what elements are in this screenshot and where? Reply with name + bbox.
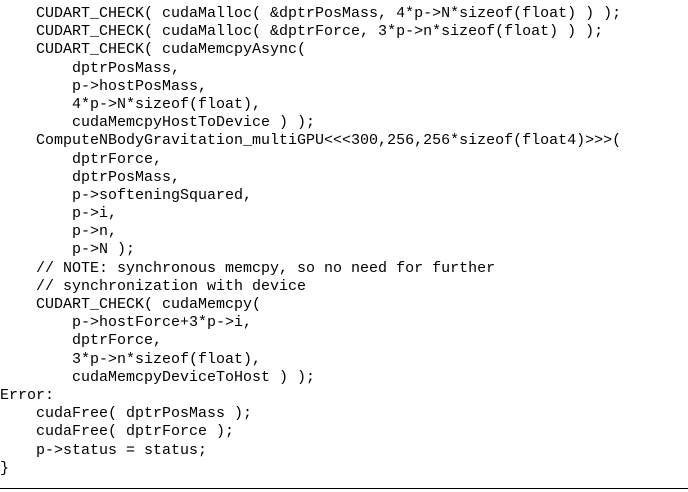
code-line: cudaMemcpyDeviceToHost ) ); xyxy=(0,368,316,386)
code-line: p->hostForce+3*p->i, xyxy=(0,314,253,332)
code-line: cudaMemcpyHostToDevice ) ); xyxy=(0,114,316,132)
code-line: p->N ); xyxy=(0,241,136,259)
code-line: p->hostPosMass, xyxy=(0,77,208,95)
code-line: cudaFree( dptrPosMass ); xyxy=(0,405,253,423)
code-line: cudaFree( dptrForce ); xyxy=(0,423,235,441)
code-line: p->status = status; xyxy=(0,441,208,459)
code-line: p->n, xyxy=(0,223,118,241)
code-line: dptrPosMass, xyxy=(0,59,181,77)
code-line: p->softeningSquared, xyxy=(0,186,253,204)
code-line: 4*p->N*sizeof(float), xyxy=(0,95,262,113)
code-line: CUDART_CHECK( cudaMemcpyAsync( xyxy=(0,41,307,59)
error-label-line: Error: xyxy=(0,386,55,404)
closing-brace-line: } xyxy=(0,459,10,477)
bottom-rule xyxy=(0,488,688,489)
code-line: CUDART_CHECK( cudaMalloc( &dptrForce, 3*… xyxy=(0,23,604,41)
code-line: 3*p->n*sizeof(float), xyxy=(0,350,262,368)
code-line: ComputeNBodyGravitation_multiGPU<<<300,2… xyxy=(0,132,622,150)
code-line: p->i, xyxy=(0,205,118,223)
code-line: dptrPosMass, xyxy=(0,168,181,186)
comment-line: // NOTE: synchronous memcpy, so no need … xyxy=(0,259,496,277)
code-line: CUDART_CHECK( cudaMemcpy( xyxy=(0,296,262,313)
code-line: dptrForce, xyxy=(0,332,163,350)
code-line: CUDART_CHECK( cudaMalloc( &dptrPosMass, … xyxy=(0,5,622,22)
code-line: dptrForce, xyxy=(0,150,163,168)
comment-line: // synchronization with device xyxy=(0,277,307,295)
code-listing: CUDART_CHECK( cudaMalloc( &dptrPosMass, … xyxy=(0,5,688,478)
